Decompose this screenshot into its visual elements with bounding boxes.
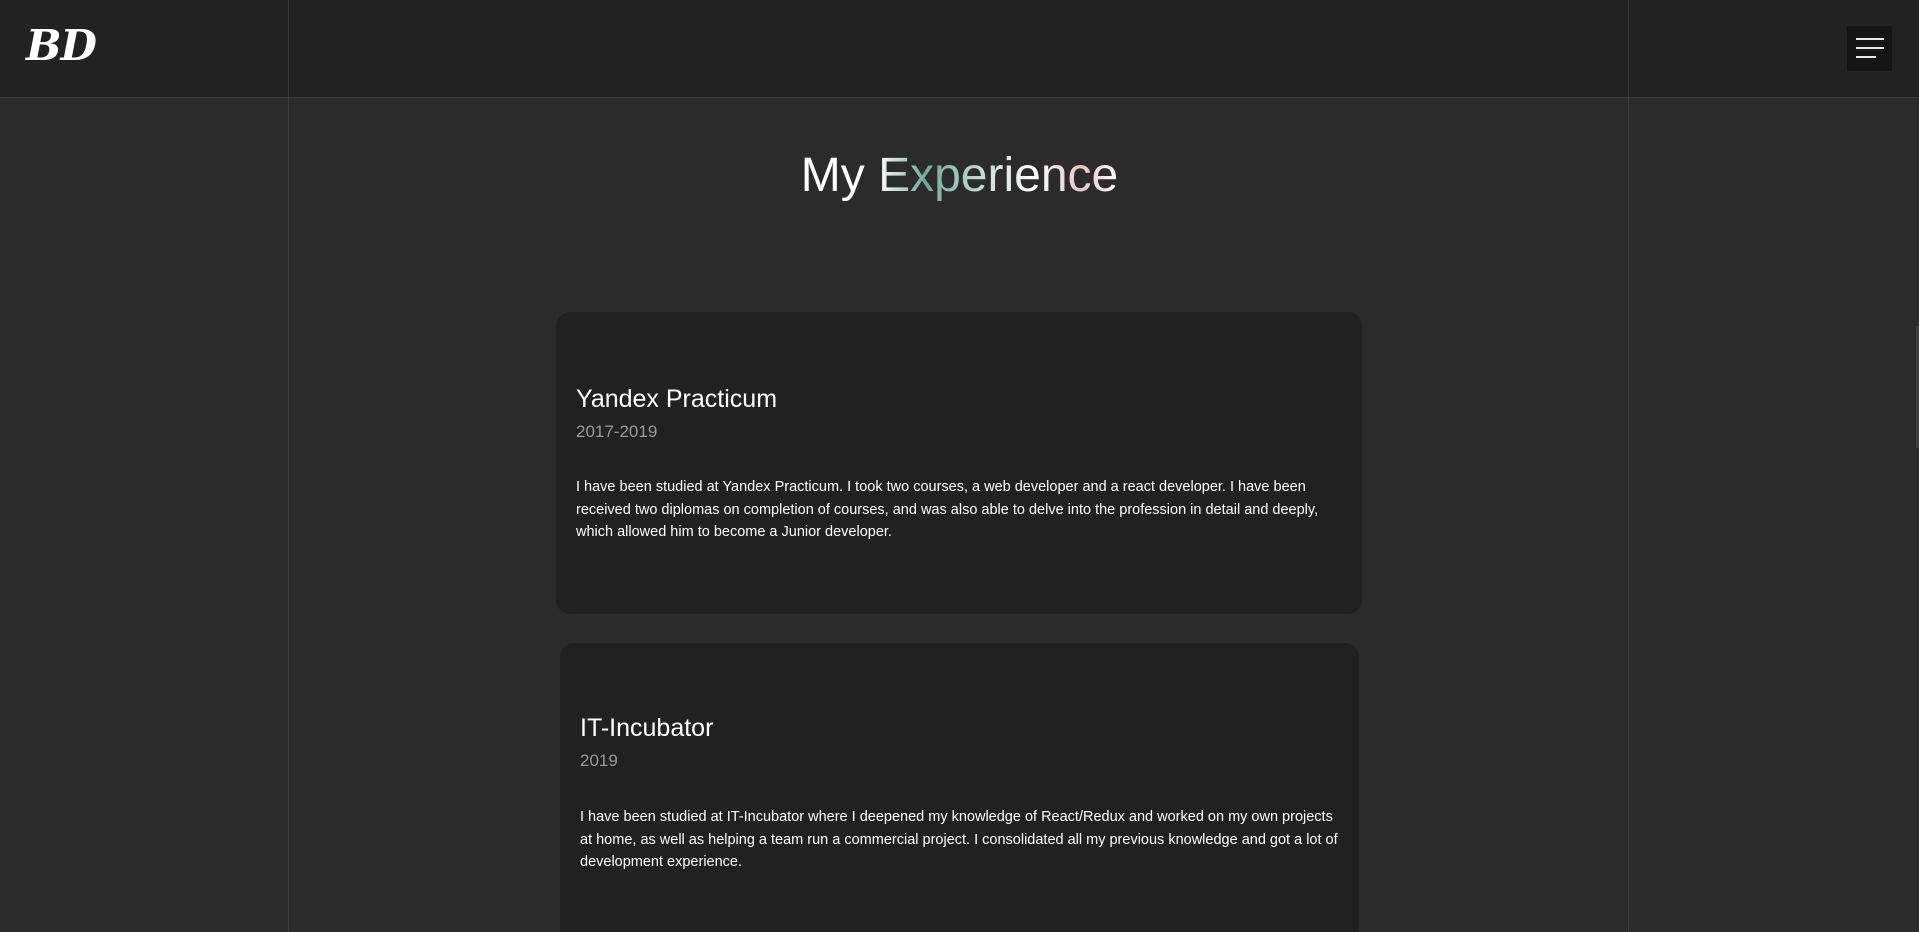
experience-years: 2019 [580, 751, 618, 770]
hamburger-menu-icon-line [1856, 47, 1884, 49]
grid-line-left [288, 0, 289, 932]
experience-card: IT-Incubator 2019 I have been studied at… [560, 643, 1359, 932]
experience-description: I have been studied at IT-Incubator wher… [580, 809, 1338, 870]
experience-title: Yandex Practicum [576, 385, 778, 413]
section-title-accent: Experience [878, 149, 1119, 202]
hamburger-menu-button[interactable] [1847, 26, 1892, 71]
page: BD My Experience Yandex Practicum 2017-2… [0, 0, 1919, 932]
grid-line-right [1628, 0, 1629, 932]
experience-title: IT-Incubator [580, 714, 714, 742]
hamburger-menu-icon [1856, 38, 1884, 40]
section-title-prefix: My [800, 149, 865, 202]
experience-years: 2017-2019 [576, 422, 658, 441]
experience-card: Yandex Practicum 2017-2019 I have been s… [556, 312, 1362, 614]
section-title: My Experience [0, 146, 1919, 206]
hamburger-menu-icon-line [1856, 56, 1876, 58]
logo[interactable]: BD [26, 20, 97, 72]
experience-description: I have been studied at Yandex Practicum.… [576, 479, 1319, 540]
